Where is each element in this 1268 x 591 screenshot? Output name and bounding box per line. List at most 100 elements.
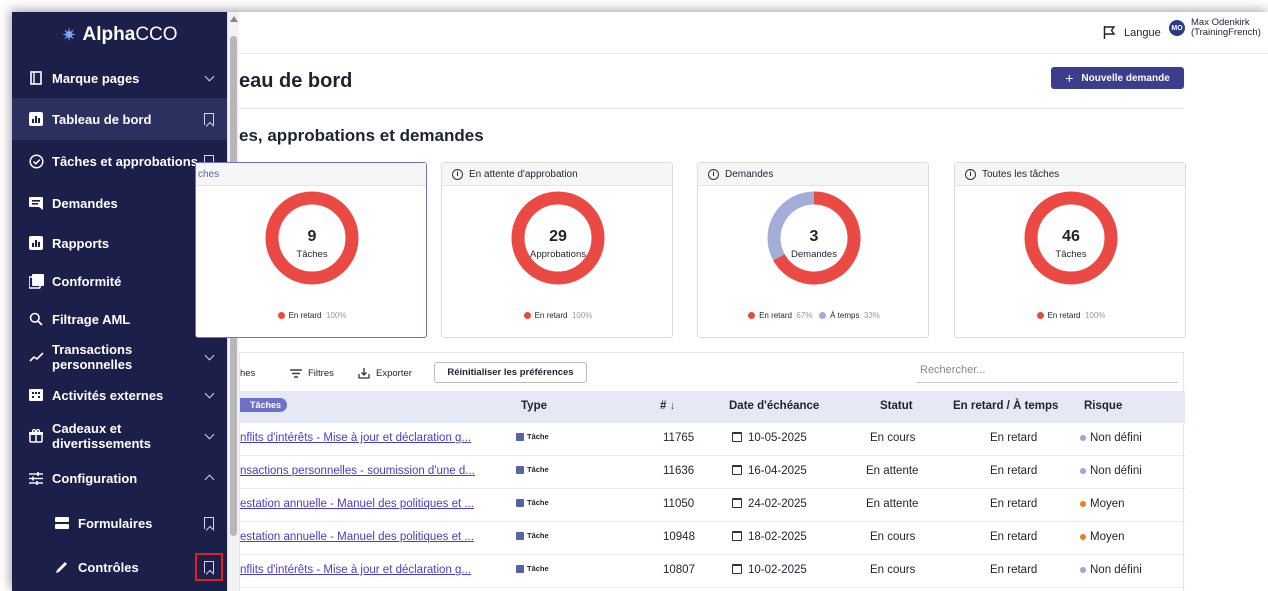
- col-status[interactable]: Statut: [880, 400, 913, 412]
- sidebar-item-formulaires[interactable]: Formulaires: [12, 502, 227, 544]
- col-due-date[interactable]: Date d'échéance: [729, 400, 819, 412]
- card-legend: En retard 67% À temps 33%: [698, 311, 930, 320]
- sidebar-item-transactions-personnelles[interactable]: Transactions personnelles: [12, 338, 227, 376]
- sidebar-item-controles[interactable]: Contrôles: [12, 546, 227, 588]
- task-link[interactable]: estation annuelle - Manuel des politique…: [240, 531, 474, 543]
- bookmarks-icon: [28, 70, 44, 86]
- scroll-up-arrow-icon[interactable]: [230, 16, 238, 22]
- bookmark-icon[interactable]: [201, 111, 217, 127]
- late-status: En retard: [990, 465, 1038, 477]
- gift-icon: [28, 428, 44, 444]
- stat-card-toutes-taches[interactable]: i Toutes les tâches 46 Tâches En retard 1…: [954, 162, 1186, 338]
- app-logo[interactable]: ✷ AlphaCCO: [12, 12, 227, 58]
- search-icon: [28, 311, 44, 327]
- sidebar-item-activites-externes[interactable]: Activités externes: [12, 376, 227, 414]
- card-number: 29: [549, 228, 567, 245]
- user-name-block: Max Odenkirk (TrainingFrench): [1191, 18, 1261, 38]
- chevron-up-icon[interactable]: [201, 470, 217, 486]
- calendar-icon: [732, 564, 742, 574]
- card-header: i Demandes: [698, 163, 928, 186]
- sidebar-item-tableau-de-bord[interactable]: Tableau de bord: [12, 98, 227, 140]
- calendar-icon: [732, 465, 742, 475]
- col-type[interactable]: Type: [521, 400, 547, 412]
- risk-label: Non défini: [1090, 432, 1142, 444]
- col-risk[interactable]: Risque: [1084, 400, 1122, 412]
- risk-dot: [1080, 566, 1086, 573]
- filters-label: Filtres: [308, 368, 334, 379]
- forms-icon: [54, 515, 70, 531]
- legend-dot: [819, 312, 827, 320]
- sidebar-item-label: Filtrage AML: [52, 311, 131, 327]
- plus-icon: +: [1065, 70, 1074, 86]
- legend-pct: 100%: [1084, 311, 1106, 320]
- late-status: En retard: [990, 564, 1038, 576]
- sidebar-item-marque-pages[interactable]: Marque pages: [12, 58, 227, 98]
- status: En cours: [870, 564, 916, 576]
- table-row[interactable]: nflits d'intérêts - Mise à jour et décla…: [240, 555, 1185, 588]
- sidebar-item-label: Configuration: [52, 470, 138, 486]
- reset-preferences-button[interactable]: Réinitialiser les préférences: [434, 362, 587, 383]
- stat-card-taches[interactable]: ches 9 Tâches En retard 100%: [195, 162, 427, 338]
- info-icon[interactable]: i: [452, 168, 463, 180]
- sidebar-item-configuration[interactable]: Configuration: [12, 458, 227, 498]
- sidebar-item-cadeaux[interactable]: Cadeaux et divertissements: [12, 414, 227, 458]
- new-request-button[interactable]: + Nouvelle demande: [1051, 67, 1184, 89]
- card-subtitle: Demandes: [791, 249, 837, 260]
- status: En attente: [866, 465, 919, 477]
- due-date: 18-02-2025: [732, 531, 807, 543]
- avatar: MO: [1169, 20, 1185, 36]
- task-link[interactable]: nsactions personnelles - soumission d'un…: [240, 465, 475, 477]
- bookmark-icon[interactable]: [195, 553, 223, 581]
- chevron-down-icon[interactable]: [201, 70, 217, 86]
- chevron-down-icon[interactable]: [201, 387, 217, 403]
- columns-button[interactable]: hes: [240, 368, 255, 379]
- col-id[interactable]: # ↓: [660, 400, 675, 412]
- chevron-down-icon[interactable]: [201, 428, 217, 444]
- sidebar-item-label: Marque pages: [52, 70, 140, 86]
- legend-dot: [748, 312, 756, 320]
- task-id: 10807: [663, 564, 695, 576]
- legend-pct: 67%: [796, 311, 813, 320]
- calendar-icon: [732, 498, 742, 508]
- search-input[interactable]: Rechercher...: [916, 361, 1178, 383]
- col-late[interactable]: En retard / À temps: [953, 400, 1058, 412]
- risk-dot: [1080, 434, 1086, 441]
- sort-down-icon: ↓: [669, 400, 676, 412]
- late-status: En retard: [990, 498, 1038, 510]
- stat-card-approbations[interactable]: i En attente d'approbation 29 Approbation…: [441, 162, 673, 338]
- sidebar-item-label: Tableau de bord: [52, 111, 152, 127]
- table-row[interactable]: nsactions personnelles - soumission d'un…: [240, 456, 1185, 489]
- due-date: 16-04-2025: [732, 465, 807, 477]
- risk-label: Non défini: [1090, 465, 1142, 477]
- chevron-down-icon[interactable]: [201, 349, 217, 365]
- card-header: ches: [196, 163, 426, 186]
- status: En cours: [870, 531, 916, 543]
- info-icon[interactable]: i: [708, 168, 719, 180]
- card-title: ches: [198, 168, 220, 180]
- task-link[interactable]: estation annuelle - Manuel des politique…: [240, 498, 474, 510]
- sidebar-item-label: Contrôles: [78, 559, 139, 575]
- stat-card-demandes[interactable]: i Demandes 3 Demandes En retard 67% À tem…: [697, 162, 929, 338]
- due-date-value: 10-05-2025: [748, 432, 807, 444]
- bookmark-icon[interactable]: [201, 515, 217, 531]
- risk-dot: [1080, 500, 1086, 507]
- language-selector[interactable]: Langue: [1103, 26, 1161, 39]
- due-date-value: 24-02-2025: [748, 498, 807, 510]
- user-org: (TrainingFrench): [1191, 27, 1261, 38]
- calendar-icon: [732, 432, 742, 442]
- info-icon[interactable]: i: [965, 168, 976, 180]
- filters-button[interactable]: Filtres: [290, 368, 334, 379]
- trend-icon: [28, 349, 44, 365]
- table-row[interactable]: estation annuelle - Manuel des politique…: [240, 489, 1185, 522]
- export-button[interactable]: Exporter: [358, 368, 412, 379]
- task-link[interactable]: nflits d'intérêts - Mise à jour et décla…: [240, 432, 471, 444]
- task-link[interactable]: nflits d'intérêts - Mise à jour et décla…: [240, 564, 471, 576]
- table-row[interactable]: nflits d'intérêts - Mise à jour et décla…: [240, 423, 1185, 456]
- group-pill[interactable]: Tâches: [240, 398, 288, 412]
- table-row[interactable]: estation annuelle - Manuel des politique…: [240, 522, 1185, 555]
- sidebar-item-label: Tâches et approbations: [52, 153, 198, 169]
- user-menu[interactable]: MO Max Odenkirk (TrainingFrench): [1169, 18, 1261, 38]
- type-tag: Tâche: [516, 465, 549, 474]
- reports-icon: [28, 235, 44, 251]
- type-tag: Tâche: [516, 498, 549, 507]
